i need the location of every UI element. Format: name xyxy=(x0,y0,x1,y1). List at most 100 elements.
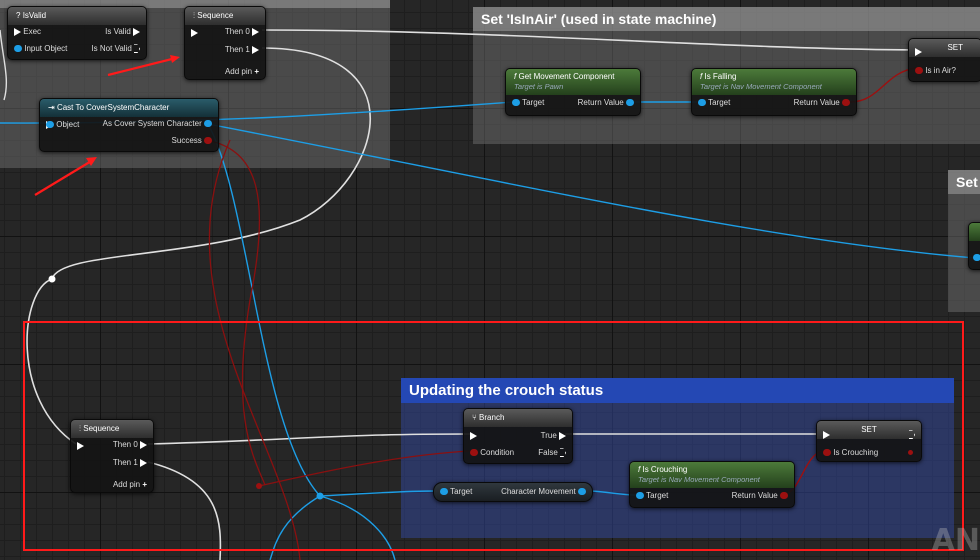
pin-is-crouching[interactable]: Is Crouching xyxy=(823,448,878,457)
bool-wire xyxy=(849,67,917,103)
pin-false[interactable]: False xyxy=(538,448,566,458)
exec-pin-icon xyxy=(252,27,259,36)
exec-pin-icon xyxy=(140,440,147,449)
pin-target[interactable]: Target xyxy=(636,491,668,500)
pin-target[interactable]: Target xyxy=(698,98,730,107)
pin-is-crouching-out[interactable] xyxy=(908,448,913,457)
pin-exec-in[interactable] xyxy=(470,431,477,440)
node-branch[interactable]: ⑂ Branch Condition True False xyxy=(463,408,573,464)
node-character-movement[interactable]: Target Character Movement xyxy=(433,482,593,502)
node-sequence-bottom[interactable]: ⫶ Sequence Then 0 Then 1 Add pin + xyxy=(70,419,154,493)
node-sequence-top[interactable]: ⫶ Sequence Then 0 Then 1 Add pin + xyxy=(184,6,266,80)
node-is-crouching[interactable]: f Is Crouching Target is Nav Movement Com… xyxy=(629,461,795,508)
pin-then-0[interactable]: Then 0 xyxy=(225,27,259,36)
pin-target[interactable]: Target xyxy=(512,98,544,107)
pin-is-valid[interactable]: Is Valid xyxy=(105,27,140,36)
node-subtitle: Target is Nav Movement Component xyxy=(638,475,760,484)
pin-target[interactable] xyxy=(973,253,980,262)
pin-then-1[interactable]: Then 1 xyxy=(225,45,259,54)
node-title: Branch xyxy=(479,413,505,422)
pin-is-in-air[interactable]: Is in Air? xyxy=(915,66,956,75)
pin-exec-in[interactable] xyxy=(823,430,830,439)
exec-pin-icon xyxy=(559,431,566,440)
exec-pin-outline-icon xyxy=(134,44,140,54)
pin-return-value[interactable]: Return Value xyxy=(578,98,634,107)
add-pin-button[interactable]: Add pin + xyxy=(113,480,147,489)
pin-exec-in[interactable] xyxy=(77,441,84,450)
highlight-arrow xyxy=(34,159,94,196)
pin-exec-out[interactable] xyxy=(909,430,915,440)
node-title: Sequence xyxy=(197,11,234,20)
exec-wire xyxy=(147,433,471,445)
pin-then-0[interactable]: Then 0 xyxy=(113,440,147,449)
pin-object[interactable]: Object xyxy=(46,120,79,129)
pin-target[interactable]: Target xyxy=(440,487,472,496)
node-title: Get Movement Component xyxy=(518,72,615,81)
object-pin-icon xyxy=(14,45,22,53)
pin-return-value[interactable]: Return Value xyxy=(794,98,850,107)
bool-wire xyxy=(258,450,471,487)
node-cast-to-cover-system-character[interactable]: ⇥ Cast To CoverSystemCharacter Object As… xyxy=(39,98,219,152)
reroute-node xyxy=(48,275,56,283)
pin-character-movement[interactable]: Character Movement xyxy=(501,487,586,496)
object-wire xyxy=(207,123,976,259)
add-pin-button[interactable]: Add pin + xyxy=(225,67,259,76)
object-pin-icon xyxy=(626,99,634,107)
sequence-icon: ⫶ xyxy=(193,11,195,20)
watermark-logo: AN xyxy=(931,523,980,558)
node-subtitle: Target is Nav Movement Component xyxy=(700,82,822,91)
node-is-valid[interactable]: ? IsValid Exec Input Object Is Valid Is … xyxy=(7,6,147,60)
question-icon: ? xyxy=(16,11,21,20)
function-icon: f xyxy=(514,72,517,81)
pin-is-not-valid[interactable]: Is Not Valid xyxy=(91,44,140,54)
exec-wire xyxy=(147,461,222,560)
node-set-is-crouching[interactable]: SET Is Crouching xyxy=(816,420,922,462)
exec-pin-icon xyxy=(191,28,198,37)
exec-pin-icon xyxy=(252,45,259,54)
function-icon: f xyxy=(700,72,703,81)
node-title: Is Falling xyxy=(704,72,737,81)
pin-then-1[interactable]: Then 1 xyxy=(113,458,147,467)
bool-wire xyxy=(208,139,301,560)
object-pin-icon xyxy=(440,488,448,496)
pin-exec-in[interactable] xyxy=(915,47,922,56)
sequence-icon: ⫶ xyxy=(79,424,81,433)
pin-condition[interactable]: Condition xyxy=(470,448,514,457)
node-title: Is Crouching xyxy=(642,465,688,474)
pin-true[interactable]: True xyxy=(541,431,566,440)
reroute-node xyxy=(316,492,324,500)
pin-exec[interactable]: Exec xyxy=(14,27,41,36)
pin-return-value[interactable]: Return Value xyxy=(732,491,788,500)
bool-pin-icon xyxy=(842,99,850,107)
node-set-is-in-air[interactable]: SET Is in Air? xyxy=(908,38,980,82)
pin-exec-in[interactable] xyxy=(191,28,198,37)
node-title: IsValid xyxy=(22,11,47,20)
exec-wire xyxy=(261,29,916,51)
object-pin-icon xyxy=(512,99,520,107)
plus-icon: + xyxy=(254,67,259,76)
node-is-falling[interactable]: f Is Falling Target is Nav Movement Compo… xyxy=(691,68,857,116)
pin-success[interactable]: Success xyxy=(172,136,212,145)
pin-input-object[interactable]: Input Object xyxy=(14,44,67,53)
bool-pin-icon xyxy=(908,450,913,456)
object-pin-icon xyxy=(973,254,980,262)
exec-pin-icon xyxy=(470,431,477,440)
node-subtitle: Target is Pawn xyxy=(514,82,564,91)
exec-pin-outline-icon xyxy=(909,430,915,440)
exec-pin-icon xyxy=(14,27,21,36)
exec-pin-icon xyxy=(77,441,84,450)
bool-wire xyxy=(205,139,266,486)
node-get-movement-component[interactable]: f Get Movement Component Target is Pawn T… xyxy=(505,68,641,116)
object-pin-icon xyxy=(204,120,212,128)
exec-pin-outline-icon xyxy=(560,448,566,458)
pin-as-cover-system-character[interactable]: As Cover System Character xyxy=(103,119,212,128)
node-title: SET xyxy=(947,43,963,52)
object-pin-icon xyxy=(46,121,54,129)
exec-wire xyxy=(26,278,77,445)
bool-pin-icon xyxy=(470,449,478,457)
object-pin-icon xyxy=(698,99,706,107)
exec-pin-icon xyxy=(915,47,922,56)
exec-wire xyxy=(51,47,372,280)
node-title: SET xyxy=(861,425,877,434)
node-partial-right[interactable] xyxy=(968,222,980,270)
